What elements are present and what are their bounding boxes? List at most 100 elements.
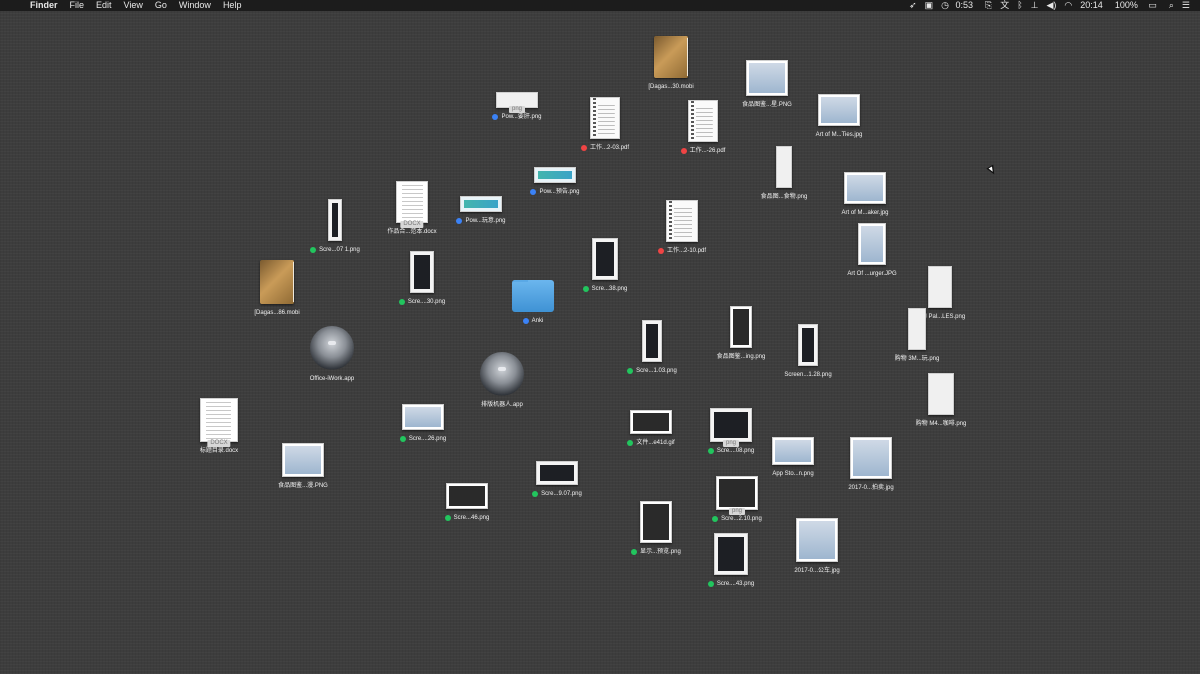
color-tag-icon — [707, 448, 714, 454]
pdf-icon — [590, 97, 620, 139]
file-thumbnail — [928, 373, 954, 415]
desktop-icon[interactable]: Scre....26.png — [381, 404, 465, 443]
file-thumbnail — [858, 223, 886, 265]
desktop-icon[interactable]: 文件...e41d.gif — [609, 410, 693, 447]
file-name: [Dagas...30.mobi — [648, 84, 694, 90]
desktop-icon[interactable]: Scre....30.png — [380, 251, 464, 306]
desktop-icon[interactable]: Art of M...Ties.jpg — [797, 94, 881, 139]
file-name: Office-iWork.app — [309, 376, 355, 382]
desktop-icon[interactable]: [Dagas...86.mobi — [235, 260, 319, 317]
book-icon — [260, 260, 294, 304]
desktop-icon[interactable]: 2017-0...公车.jpg — [775, 518, 859, 575]
desktop-icon[interactable]: Scre....43.png — [689, 533, 773, 588]
file-thumbnail: DOCX — [396, 181, 428, 228]
file-name: Scre....43.png — [716, 581, 755, 587]
file-label-row: 2017-0...公车.jpg — [775, 567, 859, 575]
desktop-icon[interactable]: Scre...38.png — [563, 238, 647, 293]
file-name: 工作...-26.pdf — [689, 148, 726, 154]
menu-finder[interactable]: Finder — [28, 0, 64, 11]
desktop-icon[interactable]: 工作...-26.pdf — [661, 100, 745, 155]
file-thumbnail — [772, 437, 814, 465]
dark-icon — [630, 410, 672, 434]
clipboard-icon[interactable]: ⎘ — [981, 0, 996, 11]
desktop-icon[interactable]: Pow...预告.png — [513, 167, 597, 196]
desktop-icon[interactable]: Office-iWork.app — [290, 326, 374, 383]
desktop-icon[interactable]: 工作...2-03.pdf — [563, 97, 647, 152]
file-extension-badge: png — [728, 508, 746, 515]
file-label-row: 食品图鉴...漫.PNG — [261, 482, 345, 490]
desktop-icon[interactable]: Scre...46.png — [425, 483, 509, 522]
file-name: 标题目录.docx — [199, 448, 239, 454]
desktop-icon[interactable]: Scre...1.03.png — [610, 320, 694, 375]
color-tag-icon — [522, 318, 529, 324]
app-icon — [480, 352, 524, 396]
color-tag-icon — [532, 491, 539, 497]
desktop-icon[interactable]: 显示...预览.png — [614, 501, 698, 556]
pin-icon[interactable]: ⊥ — [1027, 0, 1043, 11]
menu-edit[interactable]: Edit — [90, 0, 118, 11]
file-label-row: Pow...预告.png — [513, 188, 597, 196]
file-thumbnail — [654, 36, 688, 78]
color-tag-icon — [657, 248, 664, 254]
picture-icon — [818, 94, 860, 126]
timer-status[interactable]: ◷ 0:53 — [937, 0, 981, 11]
picture-icon — [796, 518, 838, 562]
battery-status[interactable]: 100% ▭ — [1107, 0, 1165, 11]
desktop-icon[interactable]: Scre...9.07.png — [515, 461, 599, 498]
search-icon[interactable]: ⌕ — [1165, 0, 1178, 11]
desktop-icon[interactable]: Art of M...aker.jpg — [823, 172, 907, 217]
color-tag-icon — [530, 189, 537, 195]
desktop-icon[interactable]: png Pow...要肝.png — [475, 92, 559, 121]
file-name: 作品合...范本.docx — [387, 229, 437, 235]
translate-icon[interactable]: 文 — [996, 0, 1013, 11]
file-label-row: 作品合...范本.docx — [370, 228, 454, 236]
file-thumbnail — [260, 260, 294, 304]
file-name: 食品图...食物.png — [760, 194, 808, 200]
bluetooth-icon[interactable]: ᛒ — [1013, 0, 1026, 11]
desktop-icon[interactable]: [Dagas...30.mobi — [629, 36, 713, 91]
file-label-row: Anki — [491, 317, 575, 325]
menu-view[interactable]: View — [118, 0, 149, 11]
menu-window[interactable]: Window — [173, 0, 217, 11]
desktop-icon[interactable]: Scre...07 1.png — [293, 199, 377, 254]
file-name: Scre....26.png — [408, 436, 447, 442]
color-tag-icon — [444, 515, 451, 521]
desktop-icon[interactable]: 购物 M4...咖啡.png — [899, 373, 983, 428]
desktop-icon[interactable]: 食品图鉴...漫.PNG — [261, 443, 345, 490]
desktop-icon[interactable]: App Sto...n.png — [751, 437, 835, 478]
file-name: 文件...e41d.gif — [636, 440, 675, 446]
menu-help[interactable]: Help — [217, 0, 248, 11]
desktop-icon[interactable]: 购物 3M...玩.png — [875, 308, 959, 363]
volume-icon[interactable]: ◀) — [1043, 0, 1061, 11]
clock[interactable]: 20:14 — [1076, 0, 1107, 11]
color-tag-icon — [631, 549, 638, 555]
banner-icon — [460, 196, 502, 212]
wifi-icon[interactable]: ◠ — [1060, 0, 1076, 11]
rocket-icon[interactable]: ➶ — [905, 0, 921, 11]
color-tag-icon — [680, 148, 687, 154]
picture-icon — [858, 223, 886, 265]
desktop-icon[interactable]: 2017-0...拍卖.jpg — [829, 437, 913, 492]
file-thumbnail — [776, 146, 792, 188]
file-thumbnail — [480, 352, 524, 396]
screen-icon — [642, 320, 662, 362]
picture-icon — [844, 172, 886, 204]
small-icon — [928, 266, 952, 308]
file-label-row: Scre...2.10.png — [695, 515, 779, 523]
desktop-icon[interactable]: Anki — [491, 280, 575, 325]
menu-file[interactable]: File — [64, 0, 91, 11]
desktop-icon[interactable]: DOCX 标题目录.docx — [177, 398, 261, 455]
desktop-icon[interactable]: Screen...1.28.png — [766, 324, 850, 379]
desktop-icon[interactable]: png Scre...2.10.png — [695, 476, 779, 523]
desktop-icon[interactable]: 排版机器人.app — [460, 352, 544, 409]
calendar-icon[interactable]: ▣ — [921, 0, 938, 11]
desktop-icon[interactable]: 工作...2-10.pdf — [640, 200, 724, 255]
file-label-row: Scre...1.03.png — [610, 367, 694, 375]
notification-center-icon[interactable]: ☰ — [1178, 0, 1194, 11]
desktop-icon[interactable]: Pow...玩意.png — [439, 196, 523, 225]
file-label-row: Scre....43.png — [689, 580, 773, 588]
screen-icon — [710, 408, 752, 442]
color-tag-icon — [492, 114, 499, 120]
desktop-icon[interactable]: 食品图...食物.png — [742, 146, 826, 201]
menu-go[interactable]: Go — [149, 0, 173, 11]
